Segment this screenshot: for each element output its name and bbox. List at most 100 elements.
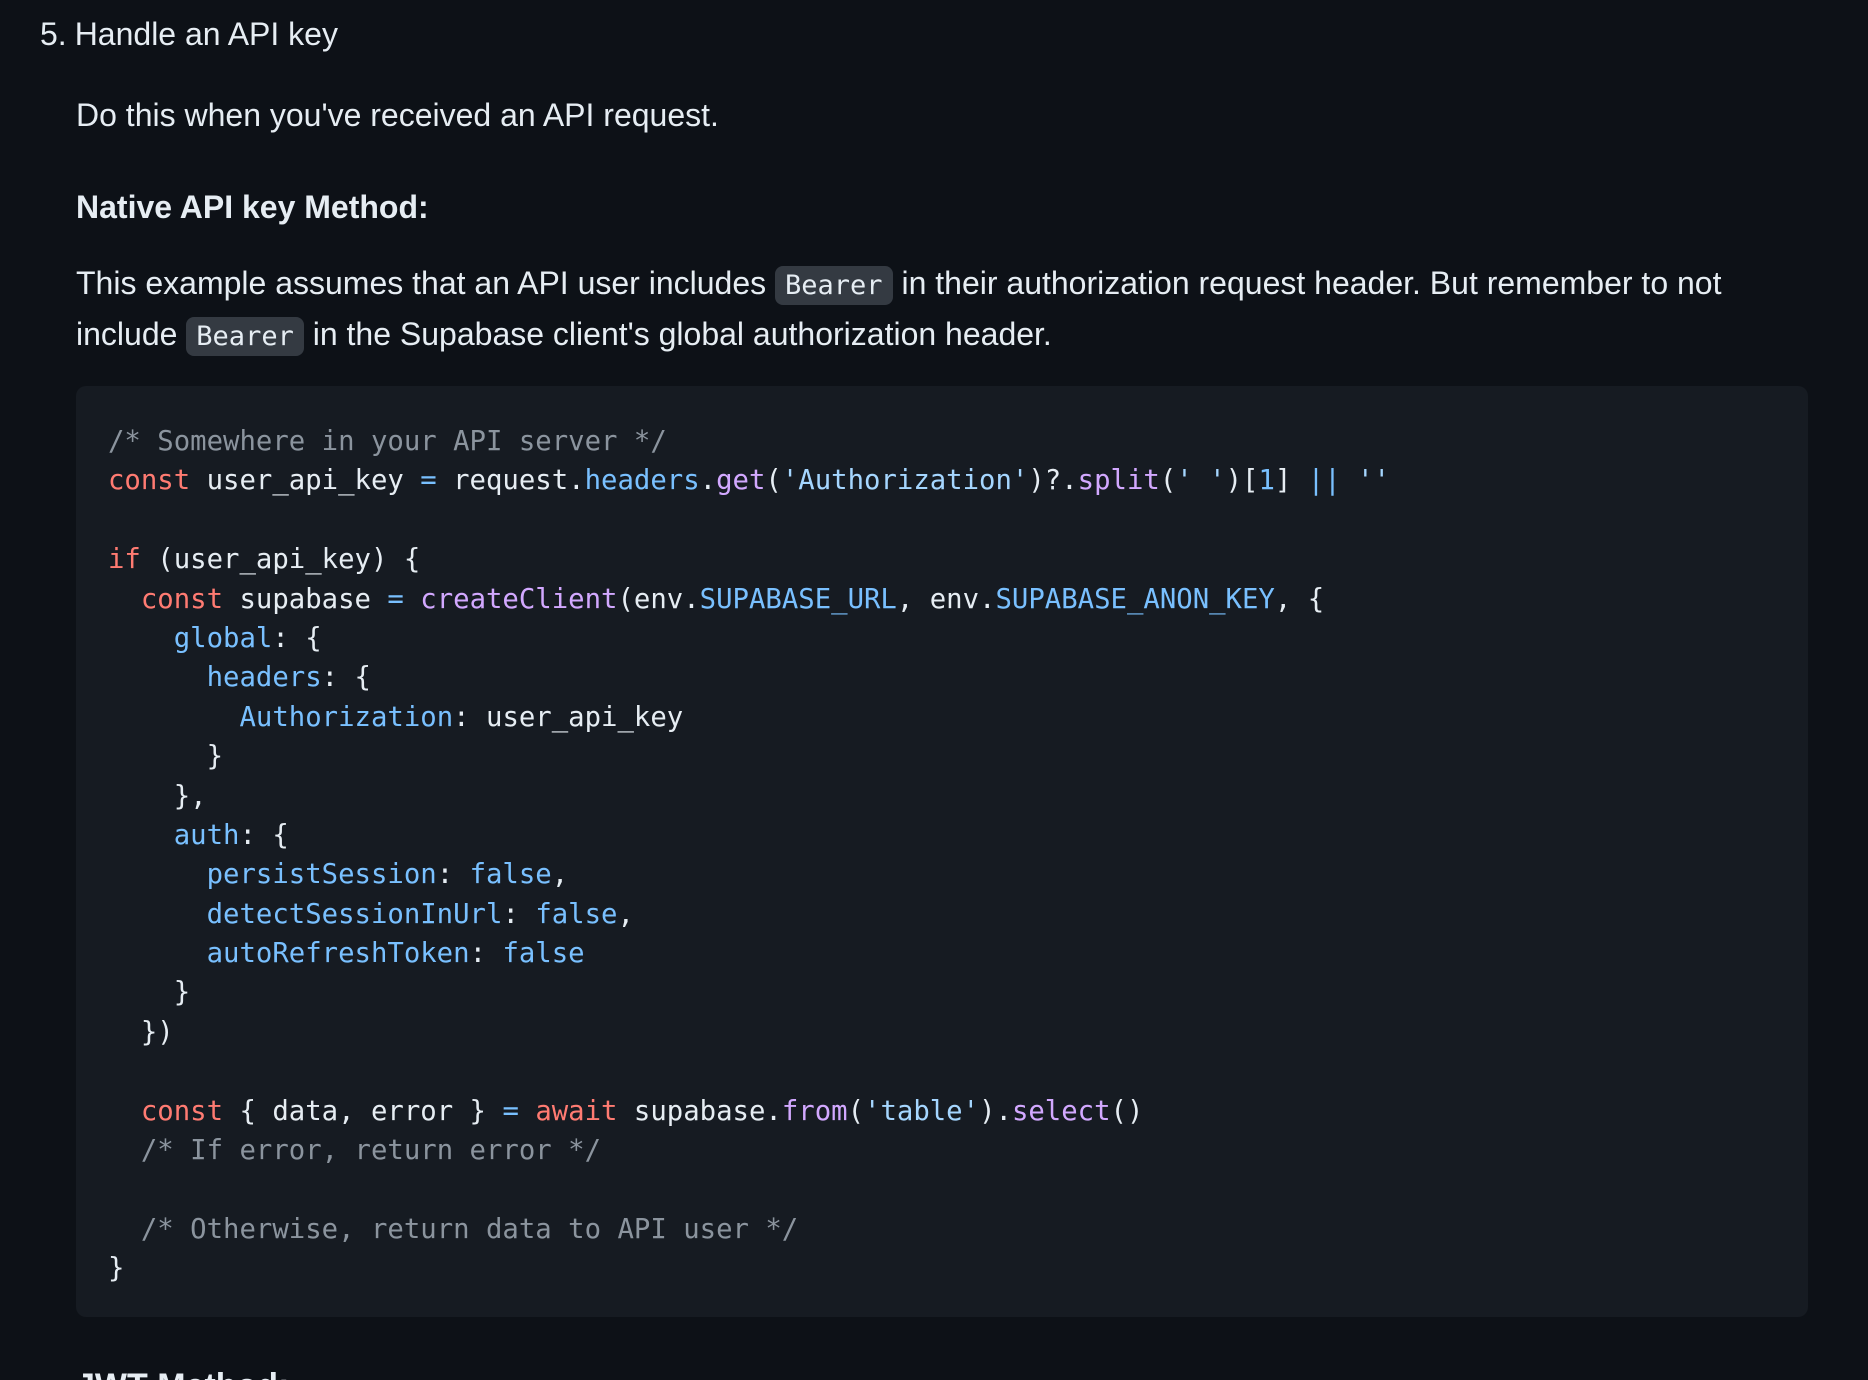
code-token-func: select	[1011, 1095, 1111, 1127]
code-line: global: {	[108, 619, 1776, 658]
docs-page: 5. Handle an API key Do this when you've …	[0, 0, 1868, 1380]
code-line: /* Somewhere in your API server */	[108, 422, 1776, 461]
code-line: detectSessionInUrl: false,	[108, 895, 1776, 934]
code-token-plain: (	[765, 465, 782, 497]
code-line: }	[108, 1249, 1776, 1288]
code-token-plain: })	[108, 1016, 174, 1048]
code-line: }	[108, 973, 1776, 1012]
inline-code-bearer: Bearer	[775, 266, 893, 305]
code-token-keyword: const	[108, 465, 191, 497]
code-token-string: ''	[1357, 465, 1390, 497]
code-token-plain: },	[108, 780, 207, 812]
code-token-plain: )?.	[1028, 465, 1078, 497]
inline-code-bearer: Bearer	[186, 317, 304, 356]
step-title: Handle an API key	[74, 16, 338, 52]
code-token-comment: /* If error, return error */	[140, 1135, 602, 1167]
code-token-plain: ).	[979, 1095, 1012, 1127]
code-token-prop: headers	[584, 465, 700, 497]
code-line: /* If error, return error */	[108, 1131, 1776, 1170]
method-heading: Native API key Method:	[76, 189, 429, 225]
code-content[interactable]: /* Somewhere in your API server */ const …	[108, 422, 1776, 1289]
code-line: }	[108, 737, 1776, 776]
code-token-plain: request.	[436, 465, 585, 497]
code-token-plain: : {	[272, 622, 322, 654]
code-token-plain: (env.	[617, 583, 700, 615]
code-token-prop: SUPABASE_ANON_KEY	[995, 583, 1275, 615]
code-token-plain: supabase.	[617, 1095, 782, 1127]
code-token-plain: supabase	[223, 583, 388, 615]
code-token-prop: persistSession	[206, 859, 437, 891]
code-token-func: createClient	[420, 583, 618, 615]
code-line: const user_api_key = request.headers.get…	[108, 461, 1776, 500]
code-token-prop: auth	[173, 819, 240, 851]
code-line: const { data, error } = await supabase.f…	[108, 1092, 1776, 1131]
code-block[interactable]: /* Somewhere in your API server */ const …	[76, 386, 1808, 1317]
code-token-plain: )[	[1225, 465, 1259, 497]
code-token-plain: :	[502, 898, 536, 930]
code-token-plain: ,	[617, 898, 634, 930]
code-token-plain: }	[108, 741, 224, 773]
code-token-plain: }	[108, 977, 191, 1009]
code-token-plain: }	[108, 1253, 125, 1285]
code-token-keyword: const	[140, 583, 224, 615]
step-heading: 5. Handle an API key	[40, 10, 338, 58]
code-token-keyword: if	[108, 544, 141, 576]
example-paragraph: This example assumes that an API user in…	[76, 259, 1796, 361]
code-token-plain: ()	[1110, 1095, 1144, 1127]
code-token-plain: :	[469, 938, 503, 970]
code-token-prop: global	[173, 622, 273, 654]
example-text-1: This example assumes that an API user in…	[76, 265, 776, 301]
code-token-string: ' '	[1176, 465, 1226, 497]
code-token-plain: ,	[551, 859, 569, 891]
code-token-prop: autoRefreshToken	[206, 938, 470, 970]
code-token-plain: (	[1159, 465, 1177, 497]
code-line: /* Otherwise, return data to API user */	[108, 1210, 1776, 1249]
code-token-func: get	[716, 465, 766, 497]
code-token-plain: .	[699, 465, 717, 497]
code-token-op: =	[502, 1095, 519, 1127]
code-token-plain: (	[847, 1095, 865, 1127]
intro-paragraph: Do this when you've received an API requ…	[76, 97, 719, 133]
code-token-plain: : {	[239, 819, 289, 851]
code-token-plain: : {	[321, 662, 371, 694]
step-number: 5.	[40, 16, 67, 52]
code-token-string: 'Authorization'	[781, 465, 1029, 497]
code-token-func: from	[781, 1095, 848, 1127]
code-line: Authorization: user_api_key	[108, 698, 1776, 737]
code-token-number: 1	[1258, 465, 1275, 497]
code-token-prop: false	[535, 898, 618, 930]
next-section-heading: JWT Method:	[76, 1362, 289, 1380]
code-token-op: =	[387, 583, 404, 615]
code-token-keyword: const	[140, 1095, 224, 1127]
code-token-plain: :	[436, 859, 470, 891]
code-token-comment: /* Somewhere in your API server */	[108, 426, 667, 457]
code-line: if (user_api_key) {	[108, 540, 1776, 579]
code-token-plain: : user_api_key	[453, 701, 684, 733]
example-text-3: in the Supabase client's global authoriz…	[303, 316, 1052, 352]
code-token-string: 'table'	[864, 1095, 980, 1127]
code-token-plain: (user_api_key) {	[140, 544, 421, 576]
code-line: },	[108, 777, 1776, 816]
code-token-keyword: await	[535, 1095, 618, 1127]
code-line: persistSession: false,	[108, 855, 1776, 894]
code-token-plain: user_api_key	[190, 465, 421, 497]
code-line: autoRefreshToken: false	[108, 934, 1776, 973]
code-token-prop: false	[469, 859, 552, 891]
code-line: })	[108, 1013, 1776, 1052]
code-token-prop: SUPABASE_URL	[699, 583, 897, 615]
code-token-plain: , {	[1274, 583, 1325, 615]
code-token-prop: Authorization	[239, 701, 454, 733]
